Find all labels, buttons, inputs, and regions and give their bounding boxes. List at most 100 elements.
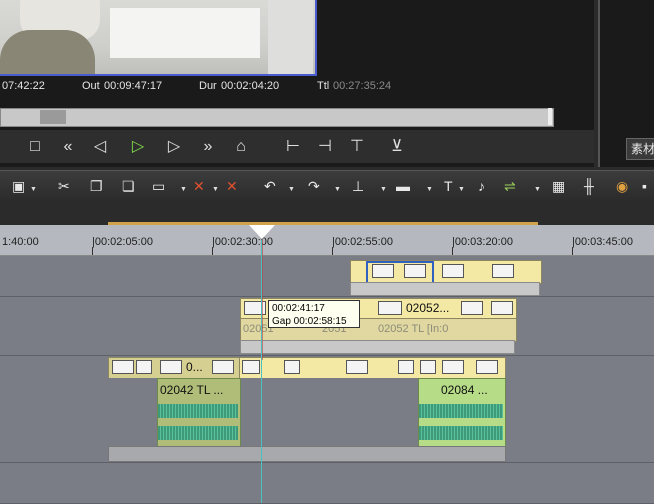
out-timecode: 00:09:47:17 [104,80,163,92]
rewind-icon: « [63,138,73,155]
audio-waveform [419,404,503,418]
clip-thumbnail [476,360,498,374]
split-button[interactable]: ⊤ [344,136,370,158]
copy-icon[interactable]: ❐ [90,176,103,196]
audio-waveform [158,426,238,440]
film-icon[interactable]: ▬ [396,176,410,196]
clip-thumbnail [420,360,436,374]
scrub-handle[interactable] [40,110,66,124]
color-icon[interactable]: ◉ [616,176,628,196]
clip-thumbnail [112,360,134,374]
undo-icon[interactable]: ↶ [264,176,276,196]
clip-thumbnail [212,360,234,374]
mark-out-button[interactable]: ⊣ [312,136,338,158]
chevron-down-icon[interactable]: ▼ [380,186,387,193]
play-icon: ▷ [131,138,145,155]
stop-button[interactable]: □ [24,136,46,158]
step-forward-button[interactable]: ▷ [162,136,186,158]
fast-forward-icon: » [203,138,213,155]
clip-thumbnail [461,301,483,315]
clip-handle-bar[interactable] [240,340,515,354]
match-frame-button[interactable]: ⊻ [384,136,410,158]
tooltip-gap: Gap 00:02:58:15 [272,316,347,327]
mark-out-icon: ⊣ [318,138,332,155]
playhead-line[interactable] [261,240,262,503]
marker-icon[interactable]: ⊥ [352,176,364,196]
clip-thumbnail [492,264,514,278]
clip-label: 0... [186,360,203,374]
loop-icon: ⌂ [236,138,246,155]
tab-material[interactable]: 素材 [626,138,654,160]
play-button[interactable]: ▷ [126,136,150,158]
ttl-timecode: 00:27:35:24 [333,80,392,92]
ruler-label: |00:02:55:00 [332,236,393,248]
chevron-down-icon[interactable]: ▼ [534,186,541,193]
step-back-button[interactable]: ◁ [88,136,112,158]
clip-thumbnail [398,360,414,374]
audio-clip-label: 02042 TL ... [160,383,224,397]
chevron-down-icon[interactable]: ▼ [426,186,433,193]
ripple-delete-icon[interactable]: ✕ [226,176,238,196]
scrub-bar[interactable] [0,108,554,127]
ttl-label: Ttl [317,80,330,92]
clip-ghost-label: 02052 TL [In:0 [378,323,449,335]
timeline-header-strip [0,203,654,223]
step-back-icon: ◁ [93,138,107,155]
title-icon[interactable]: T [444,176,453,196]
clip-label: 02052... [406,301,450,315]
loop-button[interactable]: ⌂ [228,136,254,158]
stop-icon: □ [30,138,40,155]
ruler-label: |00:02:05:00 [92,236,153,248]
cut-icon[interactable]: ✂ [58,176,70,196]
microphone-icon[interactable]: ♪ [478,176,485,196]
mark-in-icon: ⊢ [286,138,300,155]
clip-thumbnail [378,301,402,315]
rewind-button[interactable]: « [54,136,82,158]
clip-thumbnail [284,360,300,374]
more-icon[interactable]: ▪ [642,176,647,196]
audio-mixer-icon[interactable]: ╫ [584,176,594,196]
save-icon[interactable]: ▣ [12,176,25,196]
split-icon: ⊤ [350,138,364,155]
chevron-down-icon[interactable]: ▼ [180,186,187,193]
fast-forward-button[interactable]: » [194,136,222,158]
chevron-down-icon[interactable]: ▼ [458,186,465,193]
ruler-label: |00:03:45:00 [572,236,633,248]
audio-handle-bar[interactable] [108,446,506,462]
video-track-1 [0,256,654,297]
clip-handle-bar[interactable] [350,282,540,296]
chevron-down-icon[interactable]: ▼ [30,186,37,193]
clip-thumbnail [242,360,260,374]
step-forward-icon: ▷ [167,138,181,155]
chevron-down-icon[interactable]: ▼ [288,186,295,193]
mark-in-button[interactable]: ⊢ [280,136,306,158]
tooltip-timecode: 00:02:41:17 [272,303,325,314]
chevron-down-icon[interactable]: ▼ [334,186,341,193]
timecode-tooltip: 00:02:41:17 Gap 00:02:58:15 [268,300,360,328]
grid-icon[interactable]: ▦ [552,176,565,196]
ruler-label: |00:03:20:00 [452,236,513,248]
clip-thumbnail [160,360,182,374]
paste-icon[interactable]: ❏ [122,176,135,196]
clip-thumbnail [442,264,464,278]
chevron-down-icon[interactable]: ▼ [212,186,219,193]
timecode-bar: 07:42:22 Out 00:09:47:17 Dur 00:02:04:20… [0,78,590,96]
mixer-icon[interactable]: ⇌ [504,176,516,196]
video-preview [0,0,317,76]
clip-thumbnail [442,360,464,374]
delete-icon[interactable]: ✕ [193,176,205,196]
audio-clip-label: 02084 ... [441,383,488,397]
attribute-icon[interactable]: ▭ [152,176,165,196]
clip-thumbnail [136,360,152,374]
playhead-shadow [262,240,263,360]
audio-waveform [158,404,238,418]
redo-icon[interactable]: ↷ [308,176,320,196]
ruler-label: 1:40:00 [2,236,39,248]
audio-waveform [419,426,503,440]
out-label: Out [82,80,100,92]
clip-thumbnail [491,301,513,315]
clip-thumbnail [346,360,368,374]
match-frame-icon: ⊻ [391,138,403,155]
empty-track [0,463,654,504]
playhead-handle[interactable] [249,225,275,239]
